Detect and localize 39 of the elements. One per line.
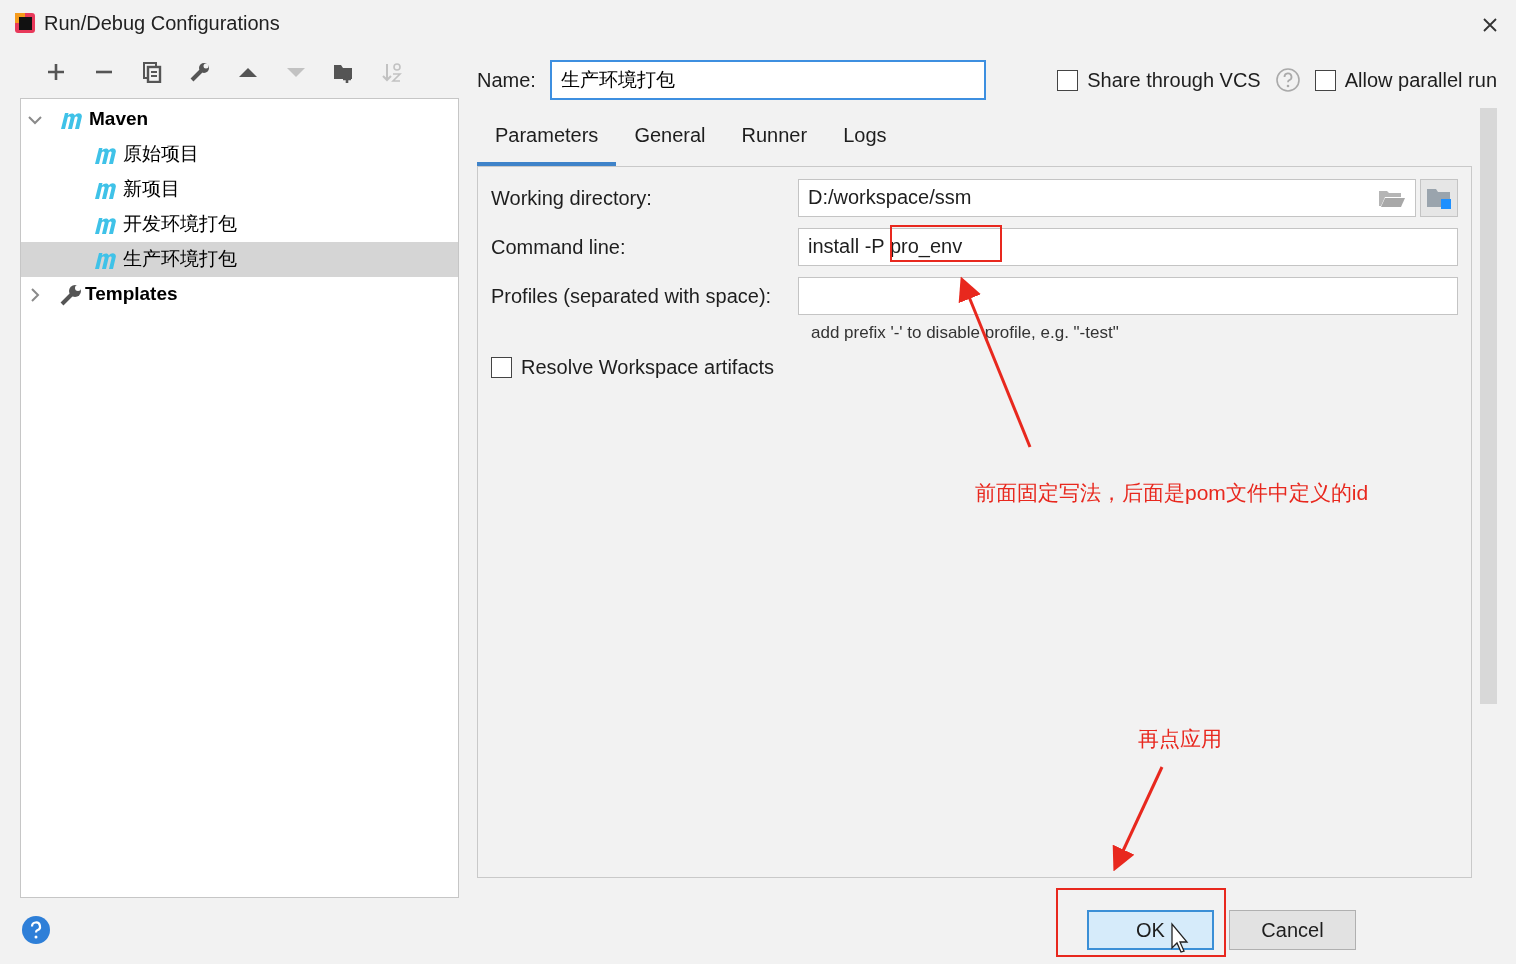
checkbox[interactable] (1314, 69, 1336, 91)
help-icon[interactable] (21, 915, 51, 945)
field-label: Profiles (separated with space): (491, 283, 773, 309)
annotation-text: 再点应用 (1138, 726, 1222, 752)
tree-item[interactable]: Maven (21, 102, 458, 137)
annotation-text: 前面固定写法，后面是pom文件中定义的id (975, 480, 1369, 506)
tree-item[interactable]: Templates (21, 277, 458, 312)
checkbox[interactable] (1057, 69, 1079, 91)
field-label: Command line: (491, 234, 627, 260)
tree-item[interactable]: 原始项目 (21, 137, 458, 172)
name-field[interactable]: 生产环境打包 (549, 60, 986, 100)
hint-text: add prefix '-' to disable profile, e.g. "-test" (810, 322, 1120, 344)
close-icon (1482, 16, 1498, 33)
tree-item[interactable]: 生产环境打包 (21, 242, 458, 277)
tree-item[interactable]: 开发环境打包 (21, 207, 458, 242)
window-title: Run/Debug Configurations (44, 11, 280, 36)
tab[interactable]: Logs (825, 120, 905, 166)
checkbox-label: Allow parallel run (1344, 68, 1497, 93)
ok-button[interactable]: OK (1087, 910, 1214, 950)
checkbox-label: Share through VCS (1087, 68, 1261, 93)
copy-icon[interactable] (141, 61, 163, 83)
checkbox[interactable] (491, 356, 512, 378)
name-label: Name: (477, 68, 536, 93)
tab[interactable]: Parameters (477, 120, 617, 166)
scrollbar[interactable] (1480, 108, 1497, 704)
app-icon (14, 12, 36, 34)
checkbox-label: Resolve Workspace artifacts (521, 355, 775, 380)
wrench-icon[interactable] (189, 61, 211, 83)
tab[interactable]: General (616, 120, 724, 166)
cancel-button[interactable]: Cancel (1229, 910, 1356, 950)
add-icon[interactable] (45, 61, 67, 83)
tree-item[interactable]: 新项目 (21, 172, 458, 207)
wrench-icon (59, 282, 83, 307)
input-field[interactable]: D:/workspace/ssm (798, 178, 1416, 217)
input-field[interactable] (798, 276, 1458, 315)
field-label: Working directory: (491, 185, 653, 211)
macro-button[interactable] (1420, 178, 1458, 217)
mouse-cursor-icon (1171, 922, 1189, 953)
tab[interactable]: Runner (723, 120, 826, 166)
